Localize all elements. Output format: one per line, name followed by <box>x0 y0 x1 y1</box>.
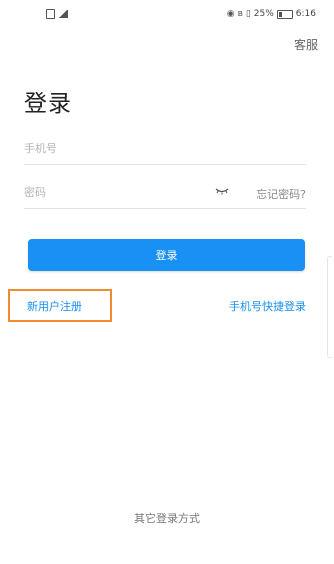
customer-service-link[interactable]: 客服 <box>294 36 318 53</box>
page-title: 登录 <box>24 91 72 117</box>
phone-input[interactable] <box>24 134 194 162</box>
register-link[interactable]: 新用户注册 <box>27 298 82 314</box>
status-time: 6:16 <box>295 9 316 19</box>
battery-icon <box>276 9 293 19</box>
battery-percent: 25% <box>253 9 274 19</box>
status-bar: ◉ ʙ ▯ 25% 6:16 <box>0 0 334 28</box>
password-visibility-icon[interactable] <box>215 186 229 196</box>
quick-login-link[interactable]: 手机号快捷登录 <box>229 298 306 314</box>
status-right: ◉ ʙ ▯ 25% 6:16 <box>227 9 316 19</box>
eye-icon: ◉ <box>226 9 235 19</box>
password-field: 忘记密码? <box>24 178 306 209</box>
login-button[interactable]: 登录 <box>28 239 305 271</box>
bluetooth-icon: ʙ <box>237 9 243 19</box>
status-left <box>46 9 68 19</box>
signal-icon <box>58 10 68 18</box>
sim-icon <box>46 9 55 19</box>
side-panel-edge[interactable] <box>327 256 332 358</box>
forgot-password-link[interactable]: 忘记密码? <box>256 186 306 202</box>
vibrate-icon: ▯ <box>245 9 251 19</box>
phone-field <box>24 134 306 165</box>
password-input[interactable] <box>24 178 194 206</box>
other-login-methods[interactable]: 其它登录方式 <box>0 510 334 526</box>
